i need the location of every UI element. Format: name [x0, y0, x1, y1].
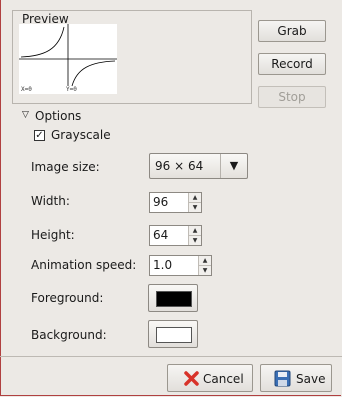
graph-plot [19, 24, 117, 87]
height-spin-arrows[interactable]: ▲ ▼ [188, 226, 201, 245]
graph-curve-left [20, 26, 65, 58]
spin-up-icon[interactable]: ▲ [189, 226, 201, 235]
width-spin-arrows[interactable]: ▲ ▼ [188, 193, 201, 212]
animation-speed-value: 1.0 [153, 258, 173, 272]
spin-up-icon[interactable]: ▲ [189, 193, 201, 202]
record-button-label: Record [271, 57, 313, 71]
grab-button[interactable]: Grab [258, 20, 326, 42]
separator [0, 356, 342, 357]
floppy-disk-icon [274, 370, 291, 387]
image-size-combo[interactable]: 96 × 64 ▼ [149, 153, 248, 179]
animation-speed-spinner[interactable]: 1.0 ▲ ▼ [149, 255, 212, 276]
height-label: Height: [31, 228, 75, 242]
spin-down-icon[interactable]: ▼ [189, 235, 201, 245]
background-label: Background: [31, 328, 107, 342]
image-size-label: Image size: [31, 160, 100, 174]
background-color-button[interactable] [148, 320, 198, 348]
height-spinner[interactable]: 64 ▲ ▼ [149, 225, 202, 246]
height-value: 64 [153, 228, 169, 242]
cancel-button[interactable]: Cancel [167, 364, 253, 392]
spin-down-icon[interactable]: ▼ [199, 265, 211, 275]
foreground-color-swatch [156, 291, 192, 307]
graph-y-label: Y=0 [66, 86, 77, 93]
options-expander-label[interactable]: Options [35, 109, 81, 123]
graph-x-label: X=0 [21, 86, 32, 93]
foreground-label: Foreground: [31, 291, 104, 305]
grayscale-label[interactable]: Grayscale [51, 128, 111, 142]
foreground-color-button[interactable] [148, 284, 198, 312]
width-spinner[interactable]: 96 ▲ ▼ [149, 192, 202, 213]
dropdown-arrow-icon: ▼ [220, 154, 247, 178]
background-color-swatch [156, 327, 192, 343]
spin-down-icon[interactable]: ▼ [189, 202, 201, 212]
width-value: 96 [153, 195, 169, 209]
cancel-icon [184, 371, 199, 386]
preview-graph: X=0 Y=0 [19, 24, 117, 94]
record-button[interactable]: Record [258, 53, 326, 75]
animation-speed-label: Animation speed: [31, 258, 137, 272]
graph-curve-right [71, 60, 116, 87]
stop-button-label: Stop [278, 90, 306, 104]
width-label: Width: [31, 194, 70, 208]
spin-up-icon[interactable]: ▲ [199, 256, 211, 265]
save-button-label: Save [296, 372, 326, 386]
grayscale-checkbox[interactable]: ✓ [34, 130, 45, 141]
grab-button-label: Grab [277, 24, 307, 38]
cancel-button-label: Cancel [203, 372, 244, 386]
stop-button[interactable]: Stop [258, 86, 326, 108]
image-size-value: 96 × 64 [155, 159, 204, 173]
expander-triangle-icon[interactable]: ▽ [22, 110, 29, 120]
save-button[interactable]: Save [260, 364, 332, 392]
animation-speed-spin-arrows[interactable]: ▲ ▼ [198, 256, 211, 275]
